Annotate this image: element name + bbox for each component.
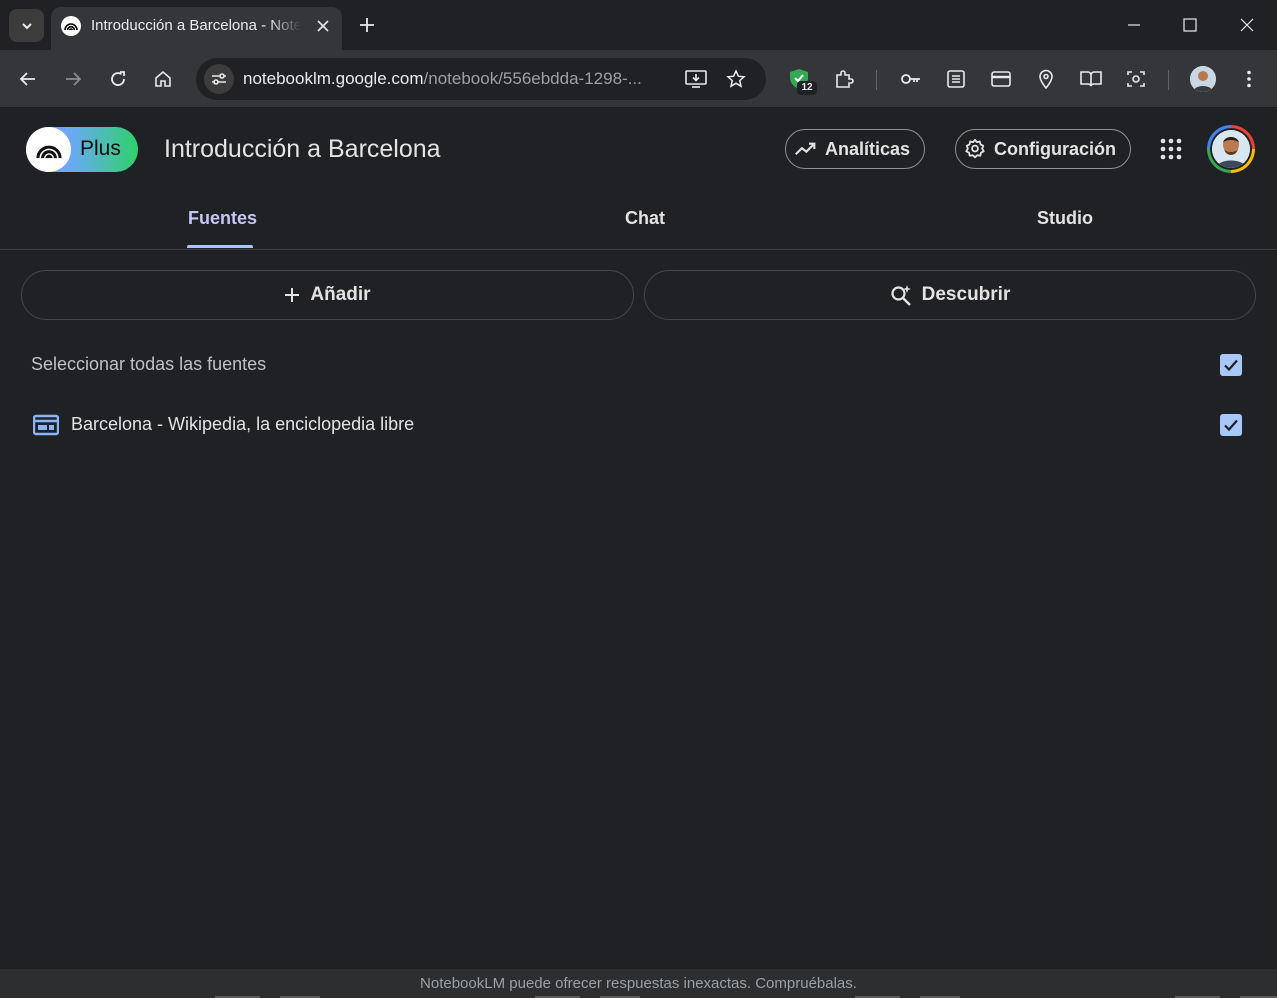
section-tabs: Fuentes Chat Studio bbox=[0, 190, 1277, 250]
addresses-button[interactable] bbox=[1032, 65, 1060, 93]
arrow-left-icon bbox=[19, 72, 35, 86]
list-icon bbox=[947, 70, 965, 88]
disclaimer-text: NotebookLM puede ofrecer respuestas inex… bbox=[420, 975, 857, 992]
tab-sources[interactable]: Fuentes bbox=[188, 208, 257, 229]
url-text[interactable]: notebooklm.google.com/notebook/556ebdda-… bbox=[243, 69, 668, 89]
settings-label: Configuración bbox=[994, 138, 1116, 159]
notebook-title[interactable]: Introducción a Barcelona bbox=[164, 135, 441, 164]
analytics-button[interactable]: Analíticas bbox=[785, 129, 925, 169]
settings-button[interactable]: Configuración bbox=[955, 129, 1131, 169]
browser-menu-button[interactable] bbox=[1235, 65, 1263, 93]
check-icon bbox=[1224, 359, 1238, 372]
puzzle-icon bbox=[836, 70, 854, 88]
url-path: /notebook/556ebdda-1298-... bbox=[423, 69, 642, 88]
plus-badge[interactable]: Plus bbox=[26, 127, 138, 172]
arrow-right-icon bbox=[66, 72, 82, 86]
trending-up-icon bbox=[795, 142, 816, 156]
address-bar[interactable]: notebooklm.google.com/notebook/556ebdda-… bbox=[196, 58, 766, 100]
minimize-window-button[interactable] bbox=[1119, 10, 1149, 40]
key-icon bbox=[901, 74, 920, 84]
add-source-label: Añadir bbox=[310, 284, 371, 305]
chevron-down-icon bbox=[21, 22, 32, 29]
browser-tab-active[interactable]: Introducción a Barcelona - NotebookLM bbox=[51, 7, 342, 50]
account-avatar[interactable] bbox=[1207, 125, 1255, 173]
location-pin-icon bbox=[1039, 69, 1053, 89]
gear-icon bbox=[965, 138, 985, 159]
browser-tabstrip: Introducción a Barcelona - NotebookLM bbox=[0, 0, 1277, 50]
forward-button[interactable] bbox=[59, 65, 87, 93]
profile-avatar[interactable] bbox=[1190, 66, 1216, 92]
url-host: notebooklm.google.com bbox=[243, 69, 424, 88]
maximize-icon bbox=[1183, 18, 1197, 32]
notebooklm-favicon-icon bbox=[61, 16, 81, 36]
browser-toolbar: notebooklm.google.com/notebook/556ebdda-… bbox=[0, 50, 1277, 108]
maximize-window-button[interactable] bbox=[1175, 10, 1205, 40]
tab-chat[interactable]: Chat bbox=[625, 208, 665, 229]
extension-shield-button[interactable]: 12 bbox=[785, 65, 817, 95]
select-all-sources-label: Seleccionar todas las fuentes bbox=[31, 354, 267, 374]
reload-icon bbox=[111, 71, 125, 86]
extensions-button[interactable] bbox=[830, 65, 858, 93]
install-app-icon[interactable] bbox=[682, 65, 710, 93]
close-tab-icon[interactable] bbox=[313, 16, 333, 36]
select-all-checkbox[interactable] bbox=[1220, 354, 1242, 376]
new-tab-button[interactable] bbox=[355, 13, 379, 37]
bookmark-star-icon[interactable] bbox=[722, 65, 750, 93]
passwords-button[interactable] bbox=[897, 65, 925, 93]
check-icon bbox=[1224, 419, 1238, 432]
avatar-person-icon bbox=[1190, 66, 1216, 92]
home-icon bbox=[155, 70, 171, 87]
google-apps-icon[interactable] bbox=[1160, 138, 1182, 160]
toolbar-separator bbox=[1168, 70, 1169, 90]
site-settings-icon[interactable] bbox=[204, 64, 234, 94]
more-vertical-icon bbox=[1247, 70, 1251, 88]
payment-methods-button[interactable] bbox=[987, 65, 1015, 93]
search-sparkle-icon bbox=[891, 285, 911, 306]
book-open-icon bbox=[1080, 71, 1102, 87]
reading-list-button[interactable] bbox=[942, 65, 970, 93]
toolbar-separator bbox=[876, 70, 877, 90]
avatar-person-icon bbox=[1212, 130, 1250, 168]
discover-sources-button[interactable]: Descubrir bbox=[644, 270, 1256, 320]
home-button[interactable] bbox=[149, 65, 177, 93]
tab-studio[interactable]: Studio bbox=[1037, 208, 1093, 229]
camera-search-icon bbox=[1127, 71, 1145, 87]
close-window-button[interactable] bbox=[1232, 10, 1262, 40]
back-button[interactable] bbox=[14, 65, 42, 93]
source-title[interactable]: Barcelona - Wikipedia, la enciclopedia l… bbox=[71, 414, 414, 435]
reload-button[interactable] bbox=[104, 65, 132, 93]
plus-icon bbox=[285, 288, 300, 302]
source-checkbox[interactable] bbox=[1220, 414, 1242, 436]
close-icon bbox=[1240, 18, 1254, 32]
plus-icon bbox=[360, 18, 374, 32]
reading-mode-button[interactable] bbox=[1077, 65, 1105, 93]
browser-tab-title: Introducción a Barcelona - NotebookLM bbox=[91, 17, 301, 34]
analytics-label: Analíticas bbox=[824, 138, 910, 159]
extension-badge: 12 bbox=[797, 81, 817, 95]
active-tab-indicator bbox=[187, 245, 253, 248]
notebooklm-app: Plus Introducción a Barcelona Analíticas… bbox=[0, 108, 1277, 998]
discover-sources-label: Descubrir bbox=[921, 284, 1011, 305]
lens-button[interactable] bbox=[1122, 65, 1150, 93]
credit-card-icon bbox=[991, 71, 1011, 87]
minimize-icon bbox=[1128, 24, 1140, 26]
footer-disclaimer: NotebookLM puede ofrecer respuestas inex… bbox=[0, 969, 1277, 998]
notebooklm-logo-icon bbox=[26, 127, 71, 172]
add-source-button[interactable]: Añadir bbox=[21, 270, 634, 320]
tab-search-button[interactable] bbox=[9, 9, 44, 42]
plus-label: Plus bbox=[80, 137, 121, 160]
web-page-icon bbox=[33, 414, 59, 436]
